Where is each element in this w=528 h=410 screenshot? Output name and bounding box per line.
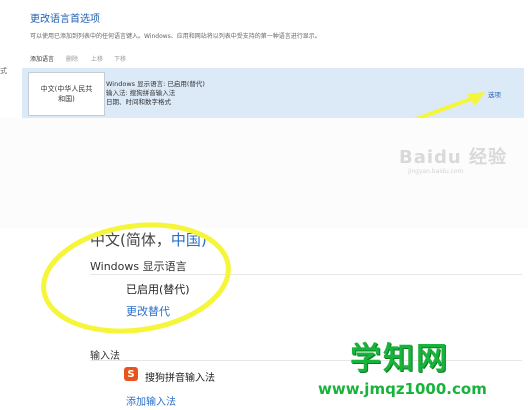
site-watermark-url: www.jmqz1000.com <box>318 380 487 398</box>
left-edge-text: 式 <box>0 67 7 75</box>
baidu-watermark: Baidu 经验 <box>399 147 508 168</box>
page-description: 可以使用已添加到列表中的任何语言键入。Windows、应用和网站将以列表中受支持… <box>30 33 321 40</box>
page-title: 更改语言首选项 <box>30 14 100 25</box>
language-format-status: 日期、时间和数字格式 <box>106 98 171 106</box>
baidu-watermark-url: jingyan.baidu.com <box>408 168 464 175</box>
section-divider <box>90 360 522 361</box>
add-input-method-link[interactable]: 添加输入法 <box>126 393 176 408</box>
language-tile-line1: 中文(中华人民共 <box>40 85 93 93</box>
language-tile[interactable]: 中文(中华人民共 和国) <box>28 72 105 116</box>
site-watermark: 学知网 <box>350 341 449 377</box>
language-tile-line2: 和国) <box>58 95 75 103</box>
annotation-circle-icon <box>41 222 231 334</box>
move-down-button[interactable]: 下移 <box>114 54 126 63</box>
ime-name[interactable]: 搜狗拼音输入法 <box>145 369 215 384</box>
sogou-ime-icon: S <box>124 367 138 381</box>
move-up-button[interactable]: 上移 <box>91 54 103 63</box>
delete-button[interactable]: 删除 <box>66 54 78 63</box>
add-language-button[interactable]: 添加语言 <box>30 54 54 63</box>
